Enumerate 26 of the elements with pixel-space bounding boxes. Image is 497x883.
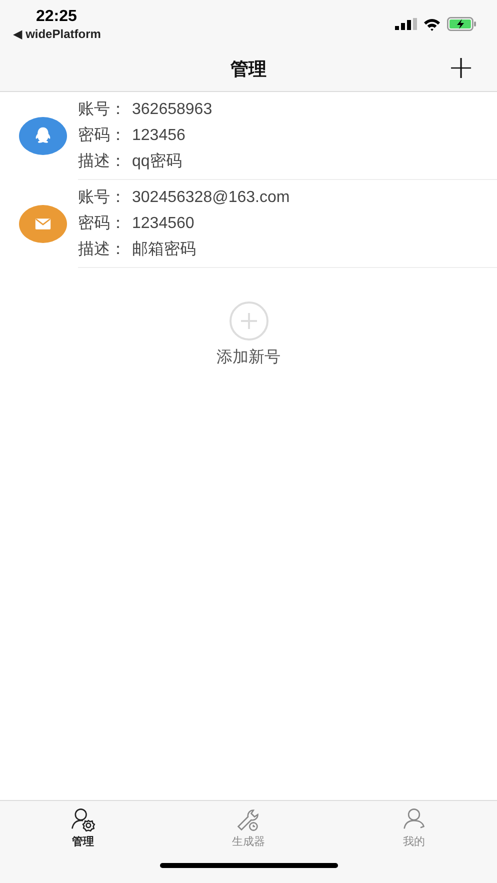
back-to-app-link[interactable]: ◀ widePlatform [13,26,101,43]
field-value: 123456 [132,126,186,146]
user-gear-icon [70,807,96,833]
field-label: 描述： [78,240,127,260]
field-label: 密码： [78,126,127,146]
field-value: 邮箱密码 [132,240,196,260]
clock-time: 22:25 [36,8,78,26]
add-account-label[interactable]: 添加新号 [216,347,280,368]
field-label: 密码： [78,214,127,234]
wifi-icon [423,18,441,30]
signal-icon [395,18,417,30]
tab[interactable]: 管理 [42,807,123,849]
wrench-icon [235,807,262,833]
field-value: qq密码 [132,152,182,172]
charging-battery-icon [447,17,477,31]
add-button[interactable]: + [437,48,497,88]
field-value: 302456328@163.com [132,188,290,208]
account-row[interactable]: 账号： 362658963 密码： 123456 描述： qq密码 [0,92,497,180]
account-row[interactable]: 账号： 302456328@163.com 密码： 1234560 描述： 邮箱密码 [0,180,497,268]
field-value: 1234560 [132,214,194,234]
field-label: 描述： [78,152,127,172]
field-label: 账号： [78,188,127,208]
page-title: 管理 [230,58,266,80]
add-circle-icon[interactable] [228,301,268,341]
field-value: 362658963 [132,100,212,120]
field-label: 账号： [78,100,127,120]
